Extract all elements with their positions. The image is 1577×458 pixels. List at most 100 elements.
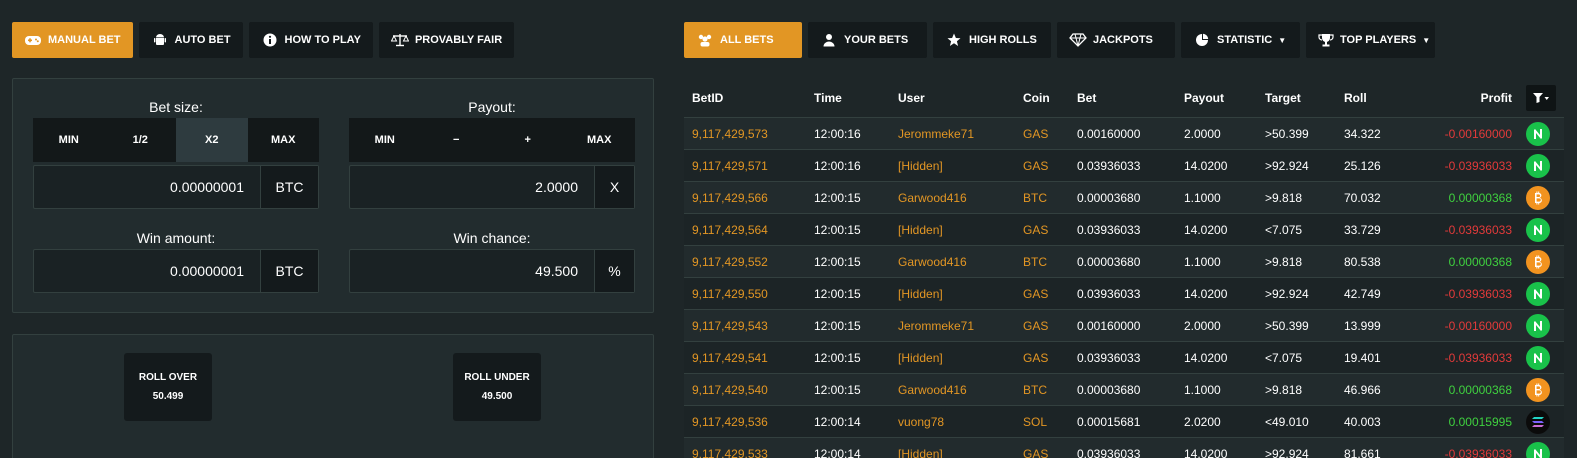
- bet-id-link[interactable]: 9,117,429,541: [692, 351, 768, 365]
- bet-max-button[interactable]: MAX: [248, 118, 320, 162]
- tab-statistic[interactable]: STATISTIC ▼: [1181, 22, 1300, 58]
- table-row[interactable]: 9,117,429,541 12:00:15 [Hidden] GAS 0.039360…: [684, 342, 1564, 374]
- bet-user-link[interactable]: Garwood416: [898, 191, 967, 205]
- bet-profit: 0.00015995: [1448, 414, 1512, 429]
- payout-input[interactable]: 2.0000: [350, 166, 594, 208]
- bet-time: 12:00:16: [814, 126, 861, 141]
- win-chance-input[interactable]: 49.500: [350, 250, 594, 292]
- bet-time: 12:00:15: [814, 382, 861, 397]
- table-row[interactable]: 9,117,429,566 12:00:15 Garwood416 BTC 0.0000…: [684, 182, 1564, 214]
- bet-min-button[interactable]: MIN: [33, 118, 105, 162]
- table-row[interactable]: 9,117,429,550 12:00:15 [Hidden] GAS 0.039360…: [684, 278, 1564, 310]
- bet-id-link[interactable]: 9,117,429,536: [692, 415, 768, 429]
- bet-user-link[interactable]: Garwood416: [898, 383, 967, 397]
- bet-coin: GAS: [1023, 126, 1049, 141]
- bet-roll: 33.729: [1344, 222, 1381, 237]
- bet-user-link[interactable]: Jerommeke71: [898, 319, 974, 333]
- bet-user-link[interactable]: [Hidden]: [898, 447, 943, 458]
- bet-roll: 80.538: [1344, 254, 1381, 269]
- bet-id-link[interactable]: 9,117,429,552: [692, 255, 768, 269]
- payout-min-button[interactable]: MIN: [349, 118, 421, 162]
- bet-coin: BTC: [1023, 254, 1047, 269]
- bet-size-unit: BTC: [260, 166, 318, 208]
- win-amount-input[interactable]: 0.00000001: [34, 250, 260, 292]
- tab-your-bets[interactable]: YOUR BETS: [808, 22, 927, 58]
- bet-target: >92.924: [1265, 286, 1309, 301]
- bet-id-link[interactable]: 9,117,429,533: [692, 447, 768, 458]
- bet-id-link[interactable]: 9,117,429,571: [692, 159, 768, 173]
- filter-button[interactable]: [1526, 85, 1556, 111]
- tab-all-bets[interactable]: ALL BETS: [684, 22, 802, 58]
- bet-user-link[interactable]: Garwood416: [898, 255, 967, 269]
- bet-user-link[interactable]: [Hidden]: [898, 159, 943, 173]
- tab-manual-bet[interactable]: MANUAL BET: [12, 22, 133, 58]
- bet-id-link[interactable]: 9,117,429,566: [692, 191, 768, 205]
- bet-coin: GAS: [1023, 222, 1049, 237]
- bet-id-link[interactable]: 9,117,429,550: [692, 287, 768, 301]
- bet-user-link[interactable]: [Hidden]: [898, 287, 943, 301]
- bet-id-link[interactable]: 9,117,429,540: [692, 383, 768, 397]
- bet-profit: -0.00160000: [1444, 126, 1512, 141]
- bet-half-button[interactable]: 1/2: [105, 118, 177, 162]
- payout-label: Payout:: [468, 99, 516, 115]
- payout-max-button[interactable]: MAX: [564, 118, 636, 162]
- bet-amount: 0.00003680: [1077, 190, 1141, 205]
- bet-id-link[interactable]: 9,117,429,573: [692, 127, 768, 141]
- tab-label: HIGH ROLLS: [969, 34, 1037, 46]
- roll-over-label: ROLL OVER: [138, 372, 198, 383]
- bet-target: >50.399: [1265, 318, 1309, 333]
- bet-user-link[interactable]: vuong78: [898, 415, 944, 429]
- payout-decrease-button[interactable]: −: [421, 118, 493, 162]
- bet-amount: 0.00015681: [1077, 414, 1141, 429]
- table-row[interactable]: 9,117,429,536 12:00:14 vuong78 SOL 0.0001568…: [684, 406, 1564, 438]
- tab-high-rolls[interactable]: HIGH ROLLS: [933, 22, 1051, 58]
- bet-payout: 1.1000: [1184, 382, 1221, 397]
- roll-under-button[interactable]: ROLL UNDER 49.500: [453, 353, 541, 421]
- bet-id-link[interactable]: 9,117,429,543: [692, 319, 768, 333]
- bet-time: 12:00:14: [814, 414, 861, 429]
- table-header: BetID Time User Coin Bet Payout Target R…: [684, 78, 1564, 118]
- table-row[interactable]: 9,117,429,533 12:00:14 [Hidden] GAS 0.039360…: [684, 438, 1564, 458]
- roll-over-button[interactable]: ROLL OVER 50.499: [124, 353, 212, 421]
- bet-roll: 81.661: [1344, 446, 1381, 458]
- gas-coin-icon: [1526, 442, 1550, 458]
- bet-user-link[interactable]: Jerommeke71: [898, 127, 974, 141]
- bet-amount: 0.00160000: [1077, 126, 1141, 141]
- table-row[interactable]: 9,117,429,540 12:00:15 Garwood416 BTC 0.0000…: [684, 374, 1564, 406]
- payout-unit: X: [594, 166, 634, 208]
- tab-label: STATISTIC: [1217, 34, 1273, 46]
- bet-user-link[interactable]: [Hidden]: [898, 351, 943, 365]
- bet-user-link[interactable]: [Hidden]: [898, 223, 943, 237]
- btc-coin-icon: [1526, 378, 1550, 402]
- table-row[interactable]: 9,117,429,552 12:00:15 Garwood416 BTC 0.0000…: [684, 246, 1564, 278]
- payout-increase-button[interactable]: +: [492, 118, 564, 162]
- payout-field: 2.0000 X: [349, 165, 635, 209]
- col-coin: Coin: [1023, 90, 1050, 105]
- table-row[interactable]: 9,117,429,543 12:00:15 Jerommeke71 GAS 0.001…: [684, 310, 1564, 342]
- tab-how-to-play[interactable]: HOW TO PLAY: [248, 22, 373, 58]
- bet-coin: BTC: [1023, 190, 1047, 205]
- bet-coin: GAS: [1023, 446, 1049, 458]
- bet-target: >9.818: [1265, 190, 1303, 205]
- users-icon: [696, 33, 714, 47]
- chevron-down-icon: ▼: [1422, 35, 1431, 45]
- bet-time: 12:00:14: [814, 446, 861, 458]
- tab-label: YOUR BETS: [844, 34, 909, 46]
- bet-target: <7.075: [1265, 222, 1303, 237]
- col-target: Target: [1265, 90, 1301, 105]
- bet-double-button[interactable]: X2: [176, 118, 248, 162]
- table-row[interactable]: 9,117,429,571 12:00:16 [Hidden] GAS 0.039360…: [684, 150, 1564, 182]
- table-row[interactable]: 9,117,429,564 12:00:15 [Hidden] GAS 0.039360…: [684, 214, 1564, 246]
- gas-coin-icon: [1526, 282, 1550, 306]
- tab-auto-bet[interactable]: AUTO BET: [138, 22, 243, 58]
- gas-coin-icon: [1526, 218, 1550, 242]
- bet-size-input[interactable]: 0.00000001: [34, 166, 260, 208]
- bets-table: BetID Time User Coin Bet Payout Target R…: [684, 78, 1564, 458]
- tab-provably-fair[interactable]: PROVABLY FAIR: [378, 22, 515, 58]
- bet-profit: -0.03936033: [1444, 222, 1512, 237]
- tab-jackpots[interactable]: JACKPOTS: [1057, 22, 1175, 58]
- tab-top-players[interactable]: TOP PLAYERS ▼: [1306, 22, 1435, 58]
- table-row[interactable]: 9,117,429,573 12:00:16 Jerommeke71 GAS 0.001…: [684, 118, 1564, 150]
- bet-id-link[interactable]: 9,117,429,564: [692, 223, 768, 237]
- scales-icon: [390, 33, 409, 47]
